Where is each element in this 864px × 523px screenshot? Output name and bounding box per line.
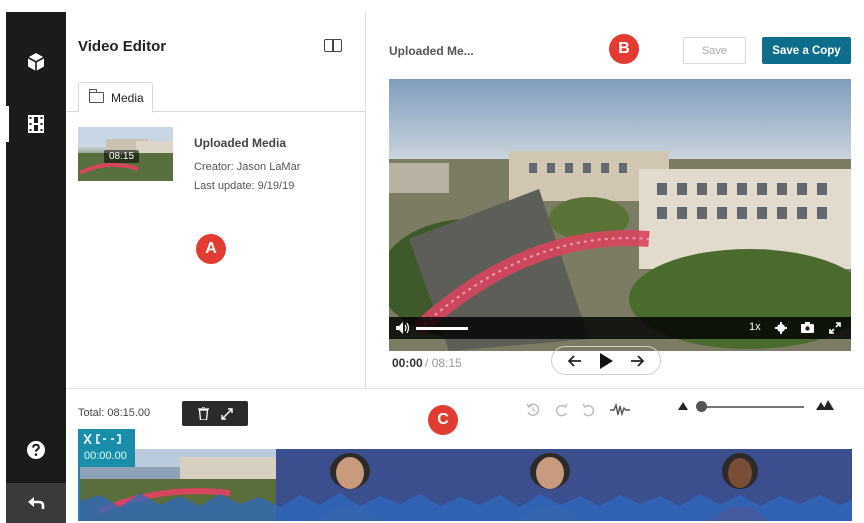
expand-icon[interactable] [220,407,233,420]
volume-icon[interactable] [396,322,410,334]
media-last-update: Last update: 9/19/19 [194,180,295,192]
thumbnail-duration: 08:15 [104,150,140,163]
playhead[interactable]: 00:00.00 [78,429,135,467]
marker-a: A [196,234,226,264]
current-time: 00:00 [392,356,423,370]
playhead-time: 00:00.00 [84,450,127,462]
settings-gear-icon[interactable] [775,322,787,334]
folder-icon [88,89,104,103]
tab-media[interactable]: Media [78,82,153,113]
tab-row: Media [66,82,366,113]
marker-c: C [428,405,458,435]
total-time-value: 08:15 [431,356,462,370]
total-duration: Total: 08:15.00 [78,407,151,419]
back-arrow-icon [28,497,45,509]
rail-help-button[interactable] [6,428,66,472]
trash-icon[interactable] [197,407,209,420]
step-forward-arrow-icon[interactable] [630,354,644,367]
back-button[interactable] [6,483,66,523]
speed-button[interactable]: 1x [749,321,761,333]
preview-title: Uploaded Me... [389,44,474,58]
video-frame [389,79,851,351]
cube-icon [27,53,45,71]
save-button[interactable]: Save [683,37,746,64]
zoom-in-icon[interactable] [816,400,834,410]
help-icon [27,441,45,459]
zoom-slider-track[interactable] [700,406,804,408]
rail-film-button[interactable] [6,102,66,146]
play-icon[interactable] [599,352,613,369]
fullscreen-icon[interactable] [829,322,841,334]
media-panel: Video Editor Media 08:15 Uploaded Media … [66,12,366,388]
total-time: / 08:15 [425,356,462,370]
track-thumbnails [80,449,852,521]
left-rail [6,12,66,523]
redo-icon[interactable] [554,403,568,417]
top-strip [0,0,864,12]
volume-slider[interactable] [416,327,468,330]
rail-cube-button[interactable] [6,40,66,84]
layout-toggle-icon[interactable] [324,39,342,52]
media-creator: Creator: Jason LaMar [194,161,301,173]
panel-title: Video Editor [78,38,167,55]
clip-toolbar [182,401,248,426]
marker-b: B [609,34,639,64]
undo-history-icon[interactable] [526,403,540,417]
video-control-bar: 1x [389,317,851,339]
camera-icon[interactable] [801,322,814,333]
video-track[interactable] [78,449,852,521]
split-trim-icons[interactable] [84,434,130,444]
media-item[interactable]: 08:15 Uploaded Media Creator: Jason LaMa… [78,127,358,197]
timeline-panel: Total: 08:15.00 C 00:00.00 [66,388,864,523]
media-thumbnail[interactable]: 08:15 [78,127,173,181]
transport-controls [551,346,661,375]
preview-panel: Uploaded Me... B Save Save a Copy 1x 00:… [367,12,864,388]
tab-media-label: Media [111,90,144,105]
video-editor-app: Video Editor Media 08:15 Uploaded Media … [0,0,864,523]
step-back-arrow-icon[interactable] [568,354,582,367]
film-icon [28,115,44,133]
time-separator: / [425,356,429,370]
timeline-tools [526,401,630,419]
save-copy-button[interactable]: Save a Copy [762,37,851,64]
video-player[interactable] [389,79,851,351]
waveform-icon[interactable] [610,403,630,417]
zoom-slider-handle[interactable] [696,401,707,412]
zoom-out-icon[interactable] [678,402,688,410]
undo-icon[interactable] [582,403,596,417]
media-name: Uploaded Media [194,136,287,150]
